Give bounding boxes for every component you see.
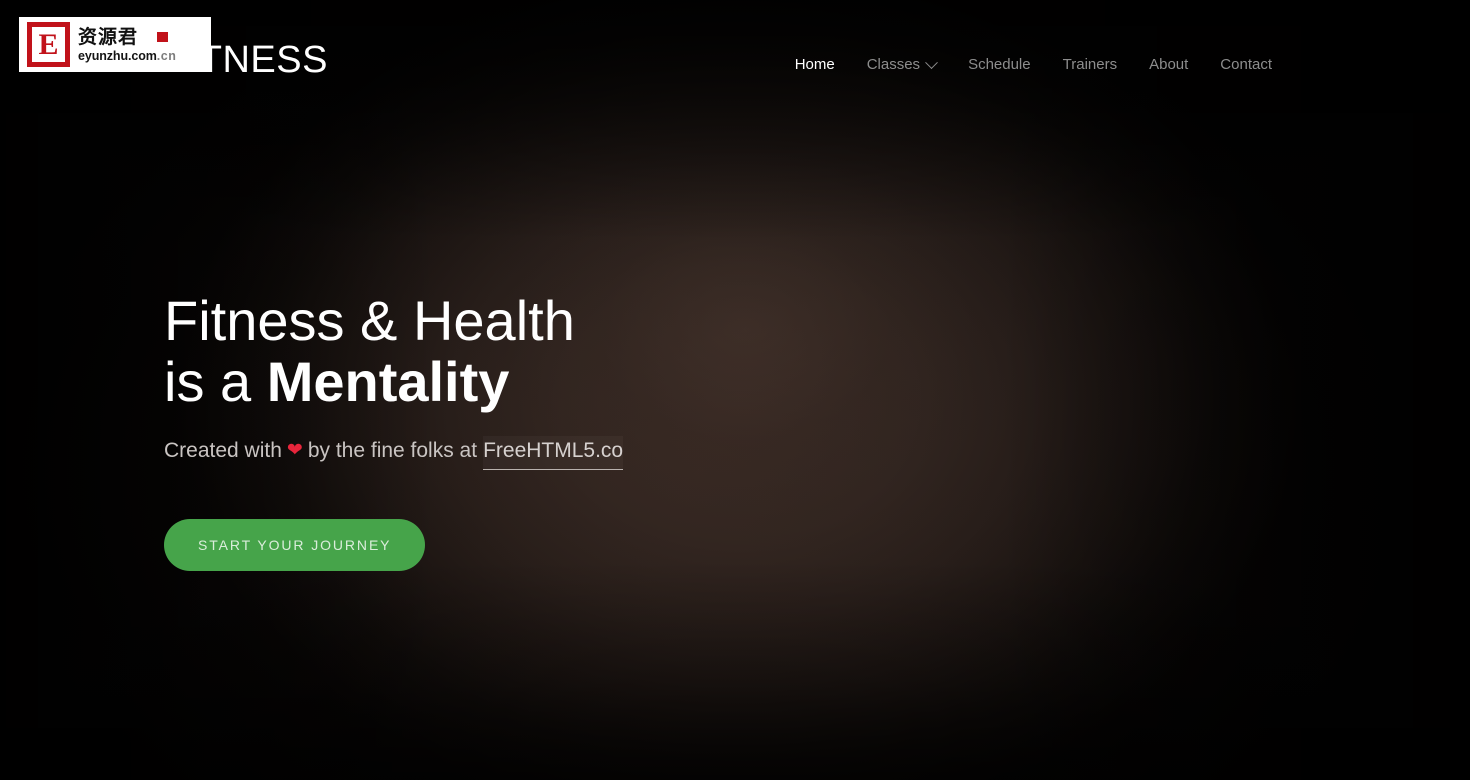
- nav-item-schedule[interactable]: Schedule: [952, 52, 1047, 78]
- main-navigation: Home Classes Schedule Trainers About Con…: [779, 52, 1288, 78]
- nav-item-contact-label: Contact: [1220, 56, 1272, 73]
- hero-subtitle: Created with ❤ by the fine folks at Free…: [164, 436, 984, 470]
- watermark-url-suffix: .cn: [156, 48, 177, 63]
- hero-heading-line-2-emphasis: Mentality: [266, 350, 510, 413]
- nav-item-about-label: About: [1149, 56, 1189, 73]
- nav-item-trainers-label: Trainers: [1062, 56, 1118, 73]
- nav-item-classes[interactable]: Classes: [851, 52, 952, 78]
- watermark-overlay: E 资源君 eyunzhu.com.cn: [19, 17, 211, 72]
- chevron-down-icon: [925, 55, 938, 69]
- nav-item-about[interactable]: About: [1133, 52, 1204, 78]
- nav-item-home[interactable]: Home: [779, 52, 851, 78]
- hero-section: FITNESS Home Classes Schedule Trainers A…: [0, 0, 1470, 780]
- hero-heading-line-1: Fitness & Health: [164, 289, 575, 352]
- watermark-badge-icon: E: [27, 22, 70, 67]
- heart-icon: ❤: [286, 440, 303, 461]
- watermark-url: eyunzhu.com.cn: [78, 49, 206, 64]
- nav-item-schedule-label: Schedule: [968, 56, 1031, 73]
- background-bottom-vignette: [0, 560, 1470, 780]
- hero-subtitle-middle: by the fine folks at: [307, 439, 478, 462]
- nav-item-trainers[interactable]: Trainers: [1047, 52, 1133, 78]
- nav-item-home-label: Home: [794, 56, 835, 73]
- credit-link[interactable]: FreeHTML5.co: [483, 436, 624, 470]
- site-header: FITNESS Home Classes Schedule Trainers A…: [0, 0, 1470, 132]
- watermark-badge-letter: E: [32, 27, 65, 62]
- watermark-chinese-title: 资源君: [78, 26, 206, 48]
- hero-heading: Fitness & Health is a Mentality: [164, 290, 984, 412]
- hero-heading-line-2-prefix: is a: [164, 350, 267, 413]
- watermark-url-main: eyunzhu.com: [78, 48, 157, 63]
- watermark-text-block: 资源君 eyunzhu.com.cn: [78, 26, 206, 64]
- start-your-journey-button[interactable]: Start Your Journey: [164, 519, 426, 571]
- hero-heading-line-2: is a Mentality: [164, 351, 984, 412]
- nav-item-contact[interactable]: Contact: [1204, 52, 1288, 78]
- hero-subtitle-prefix: Created with: [164, 439, 282, 462]
- nav-item-classes-label: Classes: [866, 56, 921, 73]
- hero-content: Fitness & Health is a Mentality Created …: [164, 290, 984, 571]
